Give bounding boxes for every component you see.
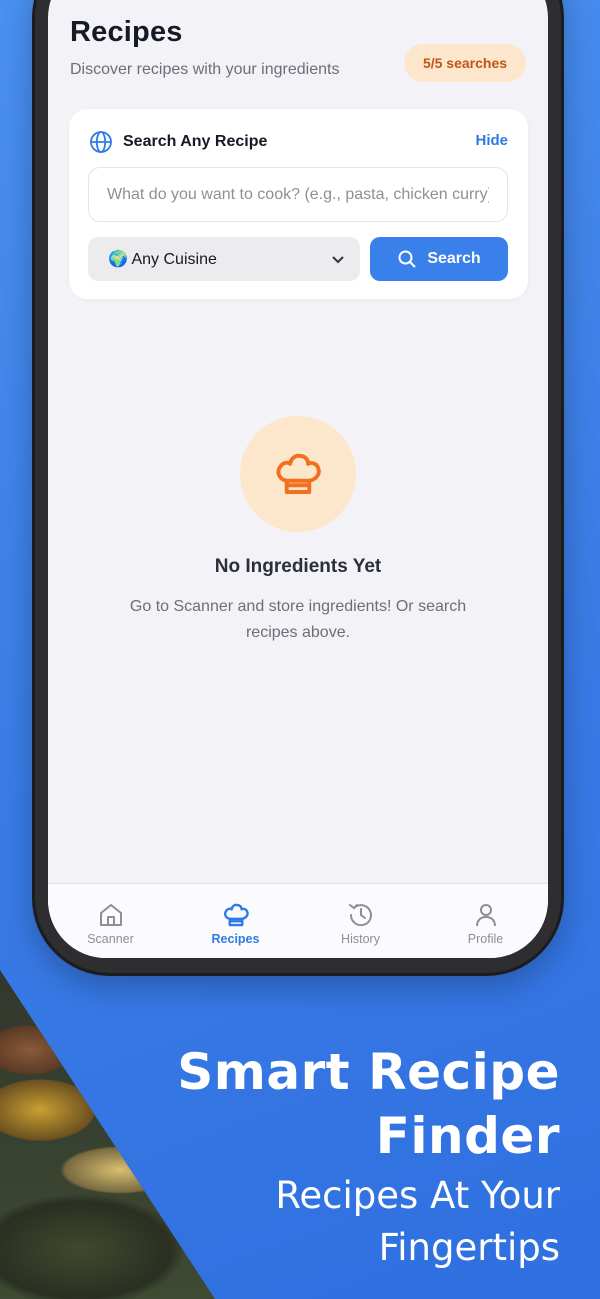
promo-subtitle-line1: Recipes At Your <box>275 1174 560 1217</box>
tab-label: Scanner <box>87 932 134 946</box>
user-icon <box>475 904 496 927</box>
home-icon <box>99 904 122 926</box>
tab-profile[interactable]: Profile <box>423 884 548 958</box>
chevron-down-icon <box>332 256 344 264</box>
tab-recipes[interactable]: Recipes <box>173 884 298 958</box>
tab-label: Recipes <box>211 932 260 946</box>
tab-scanner[interactable]: Scanner <box>48 884 173 958</box>
hide-button[interactable]: Hide <box>475 132 508 149</box>
globe-icon <box>90 131 112 153</box>
empty-state-text: Go to Scanner and store ingredients! Or … <box>129 598 467 641</box>
search-button[interactable]: Search <box>370 237 508 281</box>
tab-label: History <box>341 932 380 946</box>
search-button-label: Search <box>427 250 481 267</box>
chef-hat-icon <box>223 903 249 927</box>
cuisine-select[interactable]: 🌍 Any Cuisine <box>88 237 360 281</box>
tab-bar: Scanner Recipes History Profile <box>48 883 548 958</box>
empty-state-title: No Ingredients Yet <box>214 556 382 577</box>
searches-remaining-badge: 5/5 searches <box>404 44 526 82</box>
empty-state-icon-circle <box>240 416 356 532</box>
search-card: Search Any Recipe Hide 🌍 Any Cuisine Sea… <box>69 109 528 299</box>
header: Recipes Discover recipes with your ingre… <box>70 16 526 82</box>
cuisine-selected-value: 🌍 Any Cuisine <box>108 251 217 268</box>
tab-label: Profile <box>467 932 504 946</box>
empty-state: No Ingredients Yet Go to Scanner and sto… <box>48 416 548 646</box>
search-icon <box>398 250 417 268</box>
recipe-search-input[interactable] <box>88 167 508 222</box>
search-card-title: Search Any Recipe <box>123 133 268 150</box>
promo-text: Smart Recipe Finder Recipes At Your Fing… <box>177 1040 560 1272</box>
chef-hat-icon <box>276 453 321 494</box>
promo-title-line1: Smart Recipe <box>177 1043 560 1101</box>
history-icon <box>348 904 372 927</box>
promo-subtitle-line2: Fingertips <box>378 1226 560 1269</box>
search-card-header: Search Any Recipe Hide <box>89 129 508 155</box>
promo-title-line2: Finder <box>375 1107 560 1165</box>
tab-history[interactable]: History <box>298 884 423 958</box>
app-screen: Recipes Discover recipes with your ingre… <box>48 0 548 958</box>
